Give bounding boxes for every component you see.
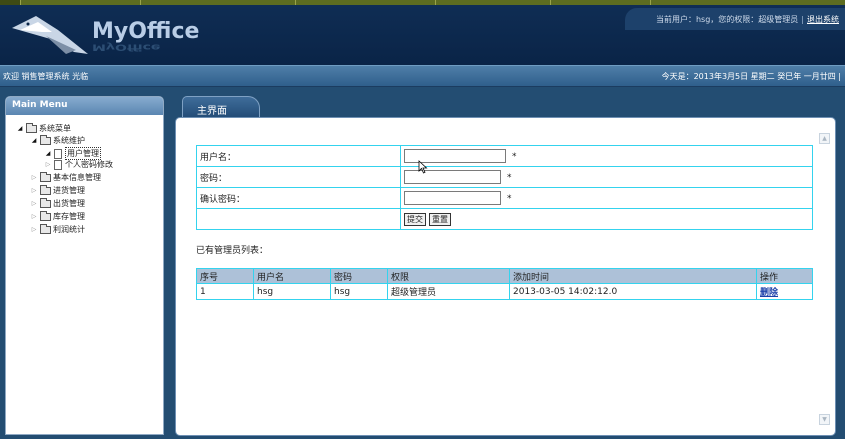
main-content-panel: 用户名： * 密码： * 确认密码： * 提交 重置 已有管理员列表： 序号 用户… xyxy=(175,117,836,436)
column-header: 用户名 xyxy=(253,268,331,284)
app-header: MyOffice MyOffice 当前用户：hsg，您的权限：超级管理员 | 退出… xyxy=(0,5,845,65)
expanded-triangle-icon[interactable]: ◢ xyxy=(30,137,38,144)
document-icon xyxy=(54,148,62,159)
confirm-password-label: 确认密码： xyxy=(196,187,401,209)
tree-node-purchase[interactable]: ▷ 进货管理 xyxy=(30,184,85,196)
current-user-text: 当前用户：hsg，您的权限：超级管理员 xyxy=(655,15,799,24)
admin-table: 序号 用户名 密码 权限 添加时间 操作 1 hsg hsg 超级管理员 201… xyxy=(196,268,813,300)
column-header: 操作 xyxy=(756,268,813,284)
bird-logo-icon xyxy=(12,16,88,54)
document-icon xyxy=(54,159,62,170)
folder-icon xyxy=(40,197,51,208)
app-logo-reflection: MyOffice xyxy=(92,42,161,52)
delete-link[interactable]: 删除 xyxy=(760,288,778,298)
welcome-bar: 欢迎 销售管理系统 光临 今天是：2013年3月5日 星期二 癸巳年 一月廿四 … xyxy=(0,65,845,87)
password-label: 密码： xyxy=(196,166,401,188)
collapsed-triangle-icon[interactable]: ▷ xyxy=(44,161,52,168)
user-info-panel: 当前用户：hsg，您的权限：超级管理员 | 退出系统 xyxy=(625,8,845,30)
table-cell: hsg xyxy=(330,283,388,300)
collapsed-triangle-icon[interactable]: ▷ xyxy=(30,200,38,207)
expanded-triangle-icon[interactable]: ◢ xyxy=(44,150,52,157)
required-mark: * xyxy=(507,193,512,204)
folder-icon xyxy=(40,171,51,182)
table-header-row: 序号 用户名 密码 权限 添加时间 操作 xyxy=(196,268,813,284)
tree-node-root[interactable]: ◢ 系统菜单 xyxy=(16,122,71,134)
username-label: 用户名： xyxy=(196,145,401,167)
column-header: 权限 xyxy=(387,268,510,284)
tab-main[interactable]: 主界面 xyxy=(182,96,260,118)
main-menu-sidebar: Main Menu ◢ 系统菜单 ◢ 系统维护 ◢ 用户管理 ▷ 个人密码修改 ▷ 基本信… xyxy=(5,96,164,435)
scroll-down-icon[interactable]: ▼ xyxy=(819,414,830,425)
table-cell: 超级管理员 xyxy=(387,283,510,300)
logout-link[interactable]: 退出系统 xyxy=(807,15,839,24)
folder-icon xyxy=(40,134,51,145)
vertical-scrollbar[interactable]: ▲ ▼ xyxy=(819,133,830,425)
welcome-text: 欢迎 销售管理系统 光临 xyxy=(3,72,89,81)
table-row: 1 hsg hsg 超级管理员 2013-03-05 14:02:12.0 删除 xyxy=(196,283,813,300)
tree-node-password-change[interactable]: ▷ 个人密码修改 xyxy=(44,159,113,170)
collapsed-triangle-icon[interactable]: ▷ xyxy=(30,213,38,220)
collapsed-triangle-icon[interactable]: ▷ xyxy=(30,174,38,181)
confirm-password-input[interactable] xyxy=(404,191,501,205)
folder-icon xyxy=(40,210,51,221)
tree-node-system-maintenance[interactable]: ◢ 系统维护 xyxy=(30,134,85,146)
folder-icon xyxy=(40,184,51,195)
reset-button[interactable]: 重置 xyxy=(429,212,451,226)
admin-list-label: 已有管理员列表： xyxy=(196,246,269,256)
collapsed-triangle-icon[interactable]: ▷ xyxy=(30,226,38,233)
table-cell: hsg xyxy=(253,283,331,300)
mouse-cursor-icon xyxy=(418,160,428,174)
required-mark: * xyxy=(507,172,512,183)
tree-node-basic-info[interactable]: ▷ 基本信息管理 xyxy=(30,171,101,183)
table-cell: 1 xyxy=(196,283,254,300)
required-mark: * xyxy=(512,151,517,162)
column-header: 序号 xyxy=(196,268,254,284)
column-header: 添加时间 xyxy=(509,268,757,284)
collapsed-triangle-icon[interactable]: ▷ xyxy=(30,187,38,194)
tree-node-inventory[interactable]: ▷ 库存管理 xyxy=(30,210,85,222)
folder-icon xyxy=(26,122,37,133)
add-admin-form: 用户名： * 密码： * 确认密码： * 提交 重置 xyxy=(196,145,813,230)
table-cell: 2013-03-05 14:02:12.0 xyxy=(509,283,757,300)
sidebar-title: Main Menu xyxy=(6,97,163,115)
folder-icon xyxy=(40,223,51,234)
scroll-up-icon[interactable]: ▲ xyxy=(819,133,830,144)
expanded-triangle-icon[interactable]: ◢ xyxy=(16,125,24,132)
submit-button[interactable]: 提交 xyxy=(404,212,426,226)
column-header: 密码 xyxy=(330,268,388,284)
tree-node-profit-stats[interactable]: ▷ 利润统计 xyxy=(30,223,85,235)
tree-node-shipment[interactable]: ▷ 出货管理 xyxy=(30,197,85,209)
app-logo-text: MyOffice xyxy=(92,19,200,44)
date-text: 今天是：2013年3月5日 星期二 癸巳年 一月廿四 | xyxy=(661,72,841,81)
